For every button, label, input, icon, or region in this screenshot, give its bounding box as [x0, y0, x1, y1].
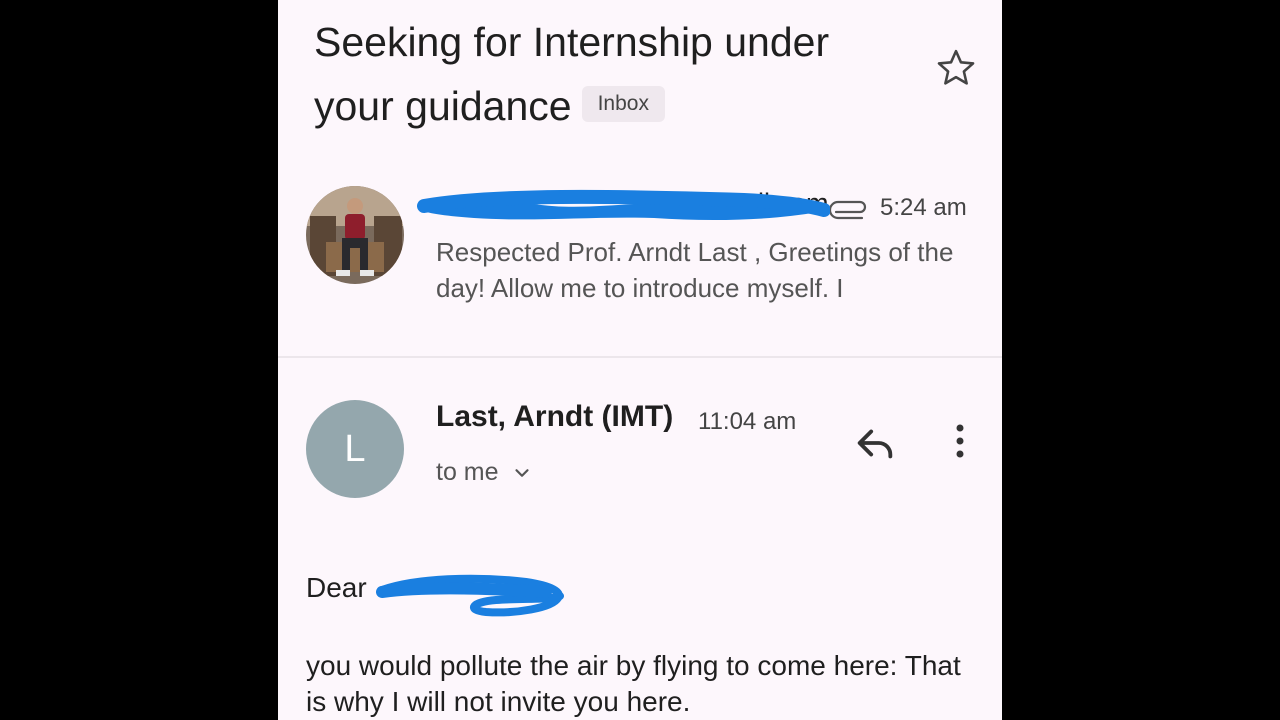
redaction-scribble	[414, 186, 834, 232]
redaction-scribble	[376, 570, 566, 620]
subject-text: Seeking for Internship under your guidan…	[314, 19, 830, 129]
collapsed-message[interactable]: il.com 5:24 am Respected Prof. Arndt Las…	[278, 170, 1002, 356]
paperclip-icon	[828, 200, 870, 220]
message-body: you would pollute the air by flying to c…	[306, 650, 961, 717]
recipient-details-toggle[interactable]: to me	[436, 458, 533, 487]
email-subject: Seeking for Internship under your guidan…	[314, 10, 914, 138]
reply-icon[interactable]	[852, 420, 898, 466]
sender-name: Last, Arndt (IMT)	[436, 400, 674, 433]
recipient-label: to me	[436, 458, 499, 486]
star-icon[interactable]	[934, 46, 978, 90]
message-snippet: Respected Prof. Arndt Last , Greetings o…	[436, 237, 954, 303]
message-time: 11:04 am	[698, 408, 797, 435]
sender-photo-avatar	[306, 186, 404, 284]
email-screen: Seeking for Internship under your guidan…	[278, 0, 1002, 720]
chevron-down-icon	[511, 462, 533, 484]
video-frame: Seeking for Internship under your guidan…	[0, 0, 1280, 720]
body-greeting: Dear	[306, 572, 367, 603]
message-time: 5:24 am	[880, 194, 967, 221]
inbox-label-chip[interactable]: Inbox	[581, 86, 665, 123]
message-divider	[278, 356, 1002, 358]
sender-letter-avatar[interactable]: L	[306, 400, 404, 498]
more-options-icon[interactable]	[942, 420, 978, 466]
